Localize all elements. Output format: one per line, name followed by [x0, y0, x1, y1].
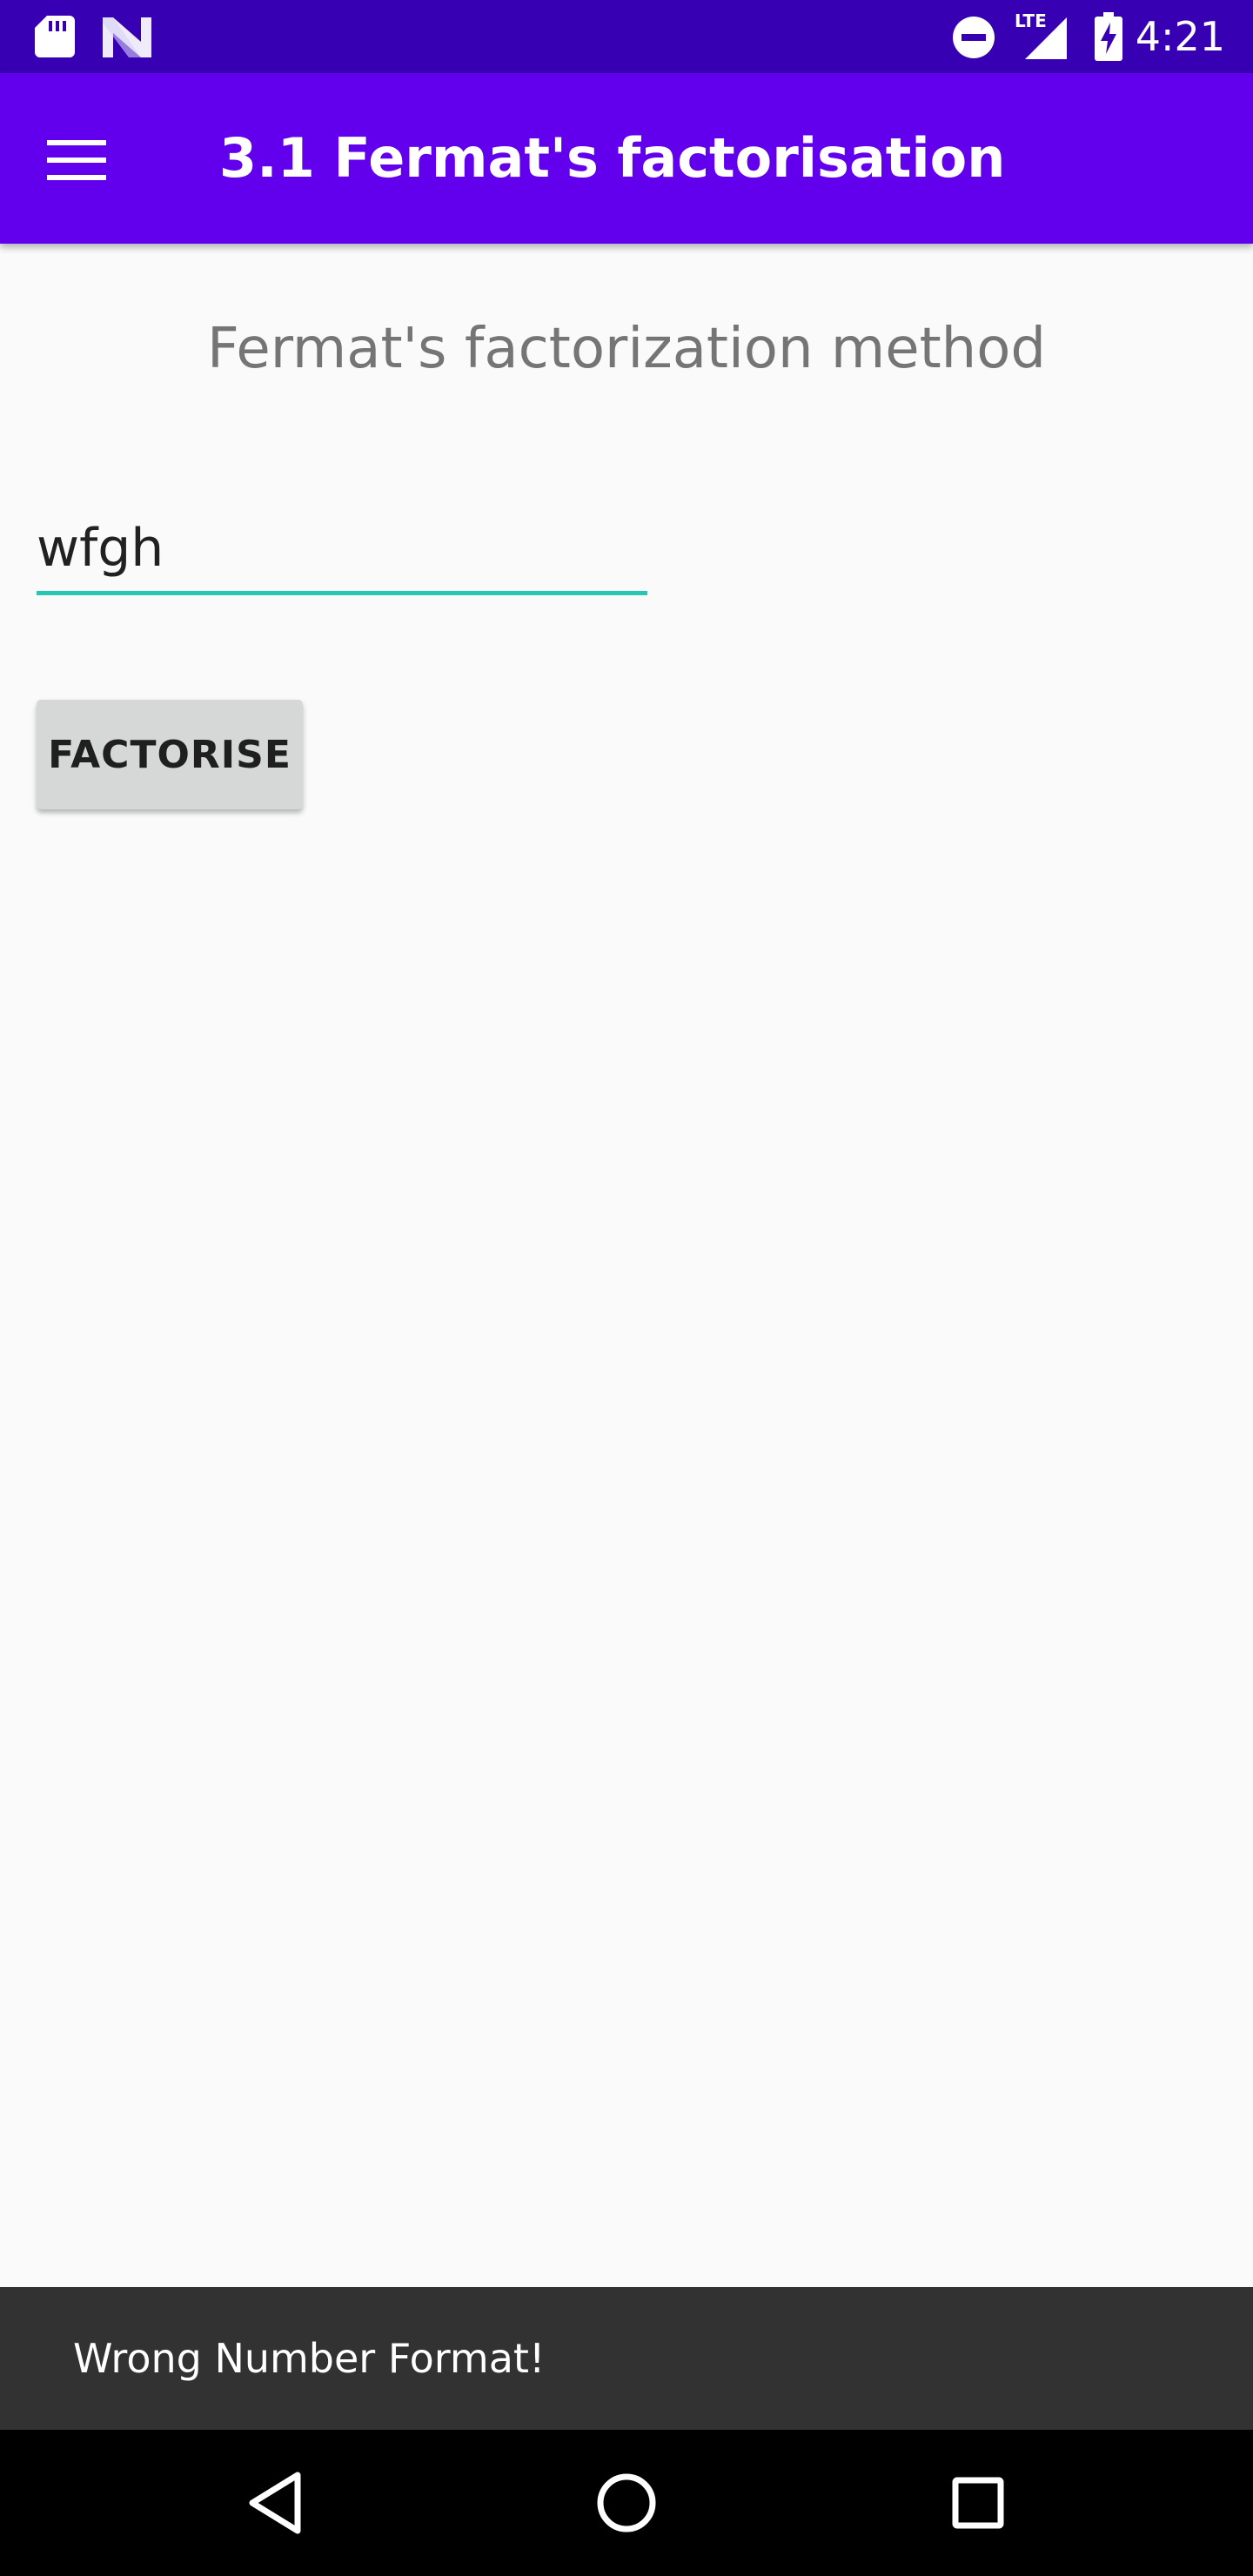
menu-icon	[47, 140, 106, 180]
app-title: 3.1 Fermat's factorisation	[219, 126, 1006, 190]
snackbar-message: Wrong Number Format!	[73, 2335, 546, 2382]
home-icon	[597, 2473, 656, 2532]
do-not-disturb-icon	[953, 17, 995, 58]
app-bar: 3.1 Fermat's factorisation	[0, 73, 1253, 244]
n-notification-icon	[103, 17, 151, 57]
menu-button[interactable]	[35, 118, 118, 202]
snackbar: Wrong Number Format!	[0, 2287, 1253, 2430]
lte-signal-icon: LTE	[1013, 10, 1069, 61]
navigation-bar	[0, 2430, 1253, 2576]
sd-card-icon	[35, 16, 75, 57]
factorise-button[interactable]: FACTORISE	[37, 700, 303, 809]
battery-charging-icon	[1095, 12, 1122, 61]
back-button[interactable]	[223, 2451, 327, 2555]
back-icon	[249, 2472, 301, 2534]
clock: 4:21	[1135, 13, 1225, 60]
recents-button[interactable]	[926, 2451, 1030, 2555]
recents-icon	[952, 2477, 1004, 2529]
status-bar: LTE 4:21	[0, 0, 1253, 73]
home-button[interactable]	[574, 2451, 679, 2555]
page-heading: Fermat's factorization method	[207, 317, 1046, 381]
number-input[interactable]	[37, 505, 647, 595]
